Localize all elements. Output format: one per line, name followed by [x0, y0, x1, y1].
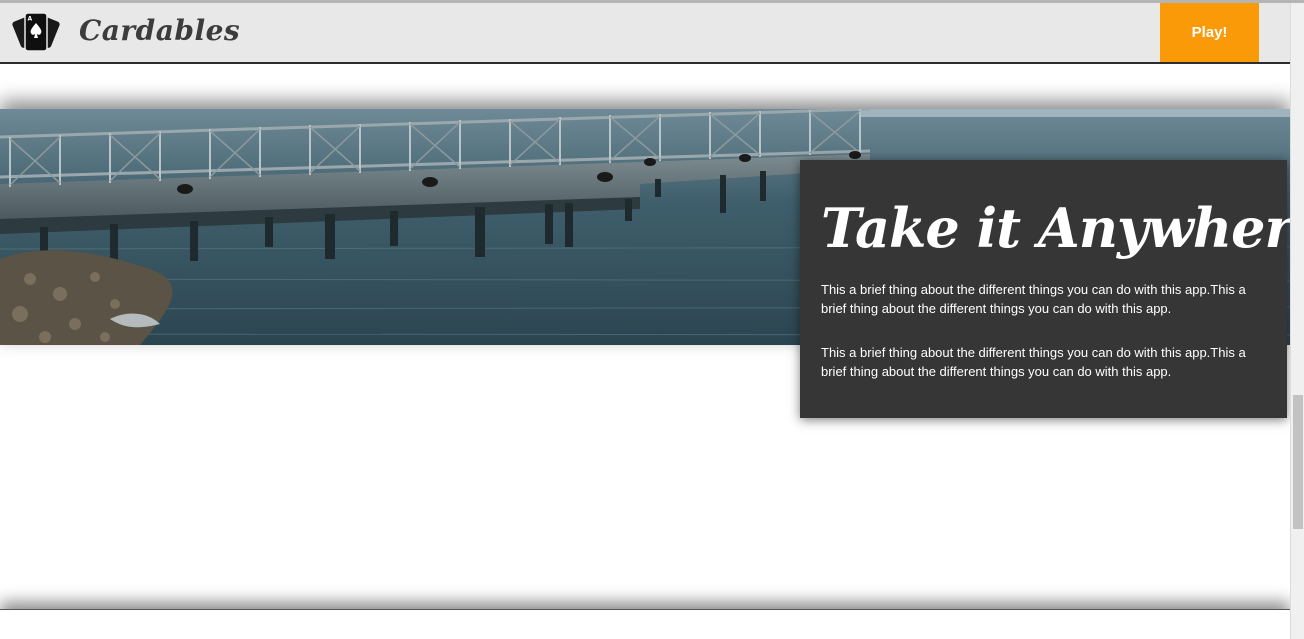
card-paragraph: This a brief thing about the different t…	[821, 345, 1246, 379]
card-title: Take it Anywhere	[821, 196, 1304, 260]
card-paragraph: This a brief thing about the different t…	[821, 282, 1246, 316]
svg-text:A: A	[28, 16, 33, 23]
brand-name[interactable]: Cardables	[79, 14, 240, 47]
play-button[interactable]: Play!	[1160, 3, 1259, 62]
vertical-scrollbar[interactable]	[1290, 3, 1304, 639]
feature-card: Take it Anywhere This a brief thing abou…	[800, 160, 1304, 418]
navbar: A Cardables Play!	[0, 3, 1290, 64]
scrollbar-thumb[interactable]	[1293, 395, 1303, 529]
footer-edge	[0, 609, 1290, 639]
playing-cards-icon[interactable]: A	[12, 9, 60, 57]
